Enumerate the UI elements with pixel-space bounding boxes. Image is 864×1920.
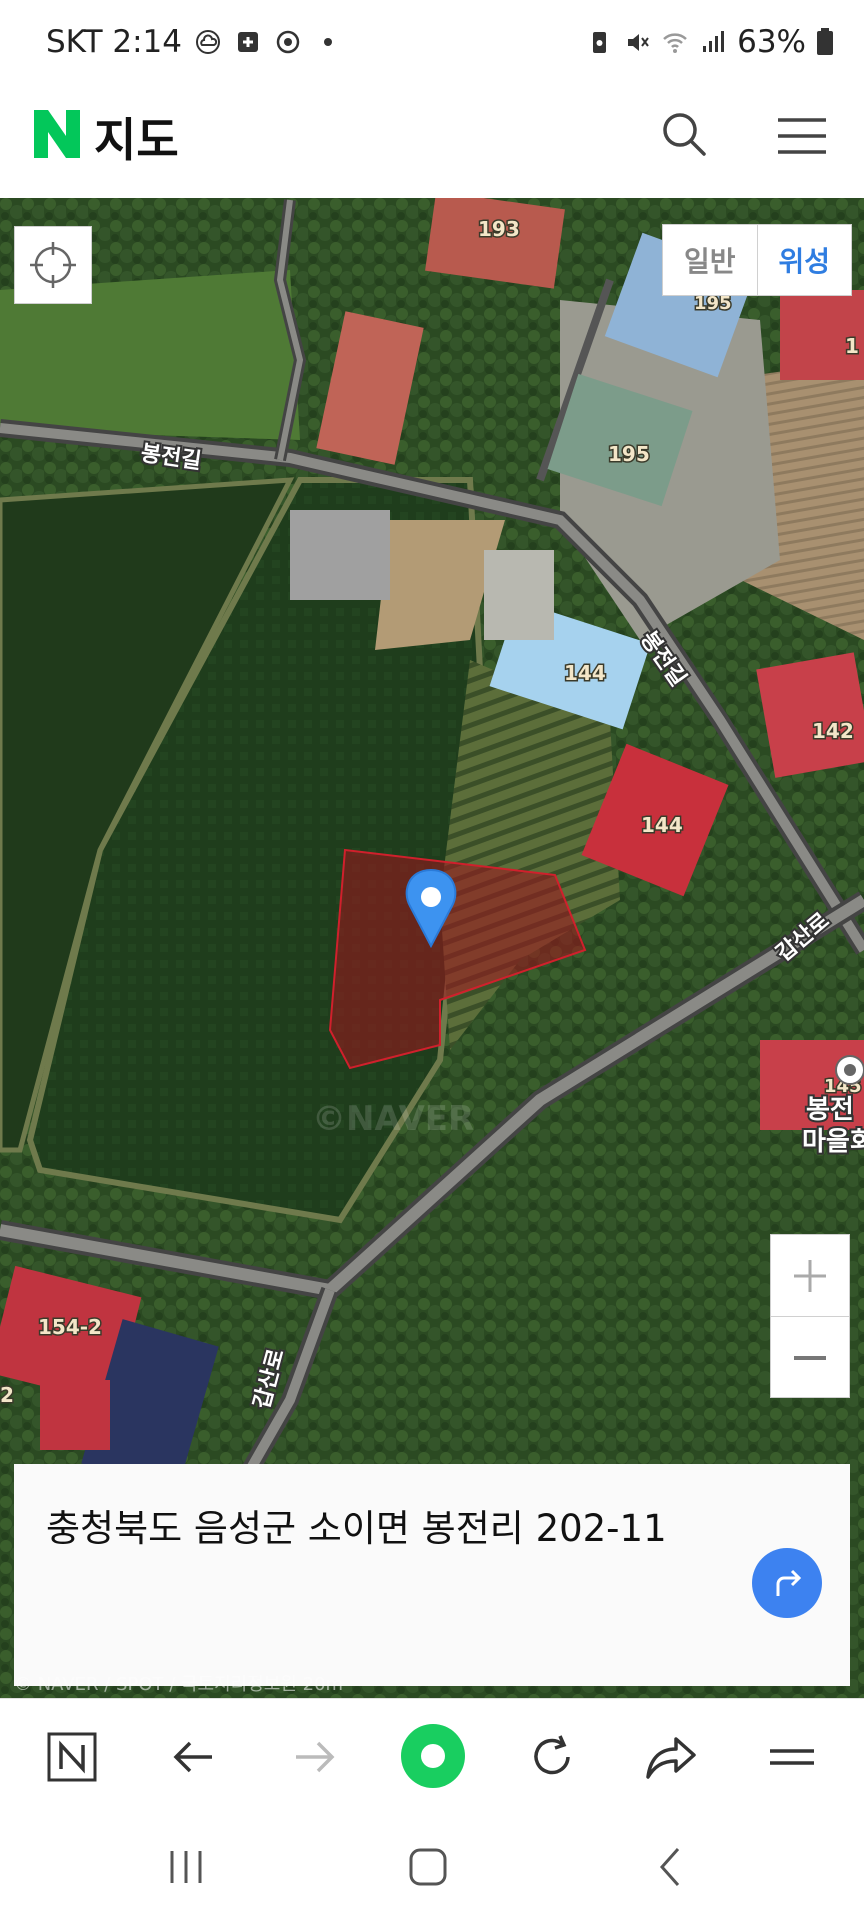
building-label: 1 bbox=[845, 334, 859, 358]
zoom-control bbox=[770, 1234, 850, 1398]
building-label: 154-2 bbox=[38, 1315, 102, 1339]
forward-icon[interactable] bbox=[284, 1727, 344, 1787]
building-label: 142 bbox=[812, 719, 854, 743]
battery-saver-icon bbox=[593, 32, 607, 53]
address-card[interactable]: 충청북도 음성군 소이면 봉전리 202-11 bbox=[14, 1464, 850, 1686]
app-bar: 지도 bbox=[0, 88, 864, 199]
building-label: 195 bbox=[694, 293, 732, 314]
map-type-toggle[interactable]: 일반 위성 bbox=[662, 224, 852, 296]
recent-apps-icon[interactable] bbox=[156, 1842, 216, 1892]
plus-icon bbox=[794, 1259, 826, 1292]
menu-icon[interactable] bbox=[774, 108, 830, 164]
building-label: 195 bbox=[608, 442, 650, 466]
zoom-out-button[interactable] bbox=[771, 1317, 849, 1398]
cloud-icon bbox=[196, 30, 221, 54]
building-gray bbox=[290, 510, 390, 600]
address-text: 충청북도 음성군 소이면 봉전리 202-11 bbox=[46, 1507, 667, 1550]
map-watermark: ©NAVER bbox=[312, 1099, 474, 1139]
building-label: 2 bbox=[0, 1383, 14, 1407]
directions-button[interactable] bbox=[752, 1548, 822, 1618]
back-icon[interactable] bbox=[164, 1727, 224, 1787]
green-dot-icon[interactable] bbox=[400, 1723, 466, 1789]
home-icon[interactable] bbox=[398, 1842, 458, 1892]
building-label: 193 bbox=[478, 217, 520, 241]
plus-box-icon bbox=[238, 32, 259, 52]
naver-logo-icon[interactable] bbox=[34, 110, 80, 158]
carrier-time: SKT 2:14 bbox=[46, 24, 183, 60]
map-type-general[interactable]: 일반 bbox=[663, 225, 758, 295]
status-right: 63% bbox=[585, 24, 834, 60]
map-type-satellite[interactable]: 위성 bbox=[758, 225, 852, 295]
dot-icon bbox=[324, 38, 333, 46]
map-copyright: © NAVER / SPOT / 국토지리정보원 20m bbox=[14, 1674, 344, 1695]
battery-percent: 63% bbox=[737, 24, 806, 60]
naver-home-icon[interactable] bbox=[42, 1727, 102, 1787]
minus-icon bbox=[794, 1355, 826, 1360]
building-label: 144 bbox=[641, 813, 683, 837]
menu-icon[interactable] bbox=[762, 1727, 822, 1787]
crosshair-icon bbox=[30, 242, 76, 288]
directions-icon bbox=[776, 1569, 802, 1596]
signal-icon bbox=[703, 31, 725, 52]
status-left: SKT 2:14 bbox=[46, 24, 342, 60]
building-142 bbox=[756, 652, 864, 778]
zoom-in-button[interactable] bbox=[771, 1235, 849, 1317]
battery-icon bbox=[817, 28, 833, 55]
poi-label: 봉전 bbox=[806, 1095, 854, 1125]
sync-icon bbox=[276, 30, 300, 54]
share-icon[interactable] bbox=[642, 1727, 702, 1787]
app-title: 지도 bbox=[94, 113, 179, 167]
mute-icon bbox=[628, 34, 649, 51]
wifi-icon bbox=[663, 33, 687, 53]
search-icon[interactable] bbox=[656, 106, 712, 162]
poi-marker[interactable] bbox=[835, 1055, 864, 1085]
browser-toolbar bbox=[0, 1698, 864, 1815]
system-nav-bar bbox=[0, 1814, 864, 1920]
poi-label: 마을회 bbox=[802, 1127, 864, 1157]
back-icon[interactable] bbox=[642, 1842, 702, 1892]
current-location-button[interactable] bbox=[14, 226, 92, 304]
building-label: 144 bbox=[564, 661, 606, 685]
building-small-red bbox=[40, 1380, 110, 1450]
reload-icon[interactable] bbox=[522, 1727, 582, 1787]
building-shed bbox=[484, 550, 554, 640]
status-bar: SKT 2:14 63% bbox=[0, 0, 864, 88]
